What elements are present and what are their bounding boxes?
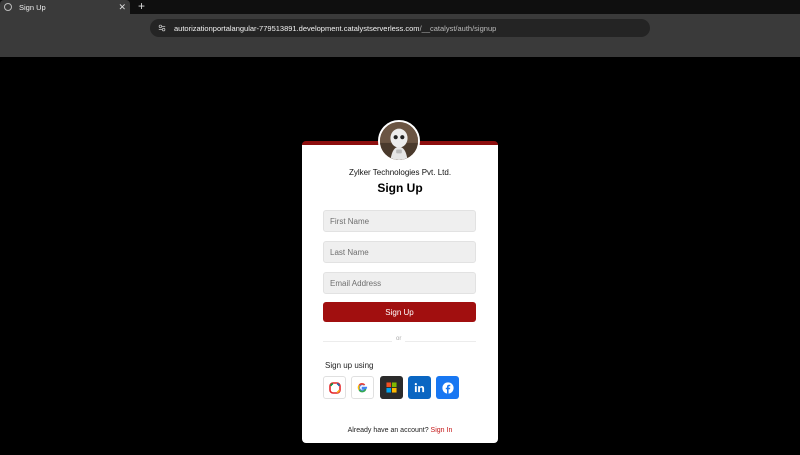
microsoft-icon [386,382,397,393]
tab-sign-up[interactable]: Sign Up ✕ [0,0,130,14]
company-logo [378,120,420,162]
sign-in-link[interactable]: Sign In [431,427,453,434]
signup-card: Zylker Technologies Pvt. Ltd. Sign Up Si… [302,120,498,443]
linkedin-signin-button[interactable] [408,376,431,399]
last-name-field[interactable] [323,241,476,263]
close-tab-icon[interactable]: ✕ [118,2,126,12]
linkedin-icon [414,383,425,393]
facebook-signin-button[interactable] [436,376,459,399]
robot-image [380,122,418,160]
url-text: autorizationportalangular-779513891.deve… [174,24,496,33]
address-bar[interactable]: autorizationportalangular-779513891.deve… [150,19,650,37]
company-name: Zylker Technologies Pvt. Ltd. [348,168,452,177]
or-text: or [392,336,406,342]
zoho-signin-button[interactable] [323,376,346,399]
footer-text: Already have an account? [347,427,429,434]
globe-icon [4,3,12,11]
signup-using-label: Sign up using [325,361,374,370]
tab-strip: Sign Up ✕ + [0,0,800,14]
url-host: autorizationportalangular-779513891.deve… [174,23,420,33]
browser-toolbar: autorizationportalangular-779513891.deve… [0,14,800,57]
footer: Already have an account? Sign In [302,427,498,434]
site-settings-icon[interactable] [158,24,166,32]
google-icon [357,383,368,393]
first-name-field[interactable] [323,210,476,232]
sign-up-button[interactable]: Sign Up [323,302,476,322]
zoho-icon [328,381,341,394]
tab-title: Sign Up [19,2,46,12]
google-signin-button[interactable] [351,376,374,399]
email-field[interactable] [323,272,476,294]
microsoft-signin-button[interactable] [380,376,403,399]
url-path: /__catalyst/auth/signup [419,23,497,33]
facebook-icon [441,381,454,394]
page-title: Sign Up [377,181,423,195]
new-tab-button[interactable]: + [138,0,145,13]
